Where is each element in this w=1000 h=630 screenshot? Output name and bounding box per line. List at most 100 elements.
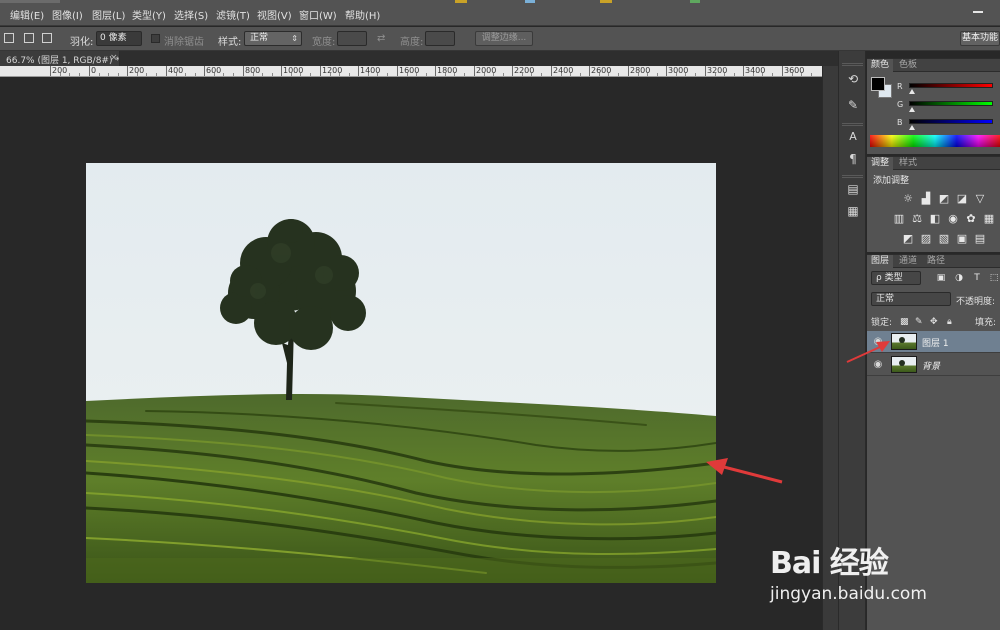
tab-layers[interactable]: 图层 <box>867 255 894 268</box>
levels-icon[interactable]: ▟ <box>920 193 932 205</box>
ruler-minor-tick <box>685 73 686 76</box>
layer-thumbnail <box>891 356 917 373</box>
intersect-selection-icon[interactable] <box>42 33 52 43</box>
color-spectrum[interactable] <box>870 135 1000 147</box>
menu-filter[interactable]: 滤镜(T) <box>216 7 250 22</box>
visibility-eye-icon[interactable]: ◉ <box>871 335 885 349</box>
workspace-button[interactable]: 基本功能 <box>960 31 1000 46</box>
ruler-tick <box>50 66 51 76</box>
layer-row-background[interactable]: ◉ 背景 <box>867 354 1000 376</box>
blue-slider[interactable] <box>909 119 993 124</box>
ruler-tick <box>204 66 205 76</box>
feather-input[interactable]: 0 像素 <box>96 31 142 46</box>
ruler-minor-tick <box>310 73 311 76</box>
ruler-minor-tick <box>146 73 147 76</box>
filter-adjustment-icon[interactable]: ◑ <box>953 272 965 284</box>
menu-layer[interactable]: 图层(L) <box>92 7 125 22</box>
visibility-eye-icon[interactable]: ◉ <box>871 358 885 372</box>
color-lookup-icon[interactable]: ▦ <box>983 213 995 225</box>
tab-adjustments[interactable]: 调整 <box>867 157 894 170</box>
blue-slider-handle[interactable] <box>909 125 915 130</box>
ruler-minor-tick <box>503 73 504 76</box>
invert-icon[interactable]: ◩ <box>902 233 914 245</box>
channel-b-label: B <box>897 118 903 127</box>
vibrance-icon[interactable]: ▽ <box>974 193 986 205</box>
ruler-tick <box>243 66 244 76</box>
character-icon[interactable]: A <box>845 129 861 145</box>
ruler-minor-tick <box>638 73 639 76</box>
filter-type-icon[interactable]: T <box>971 272 983 284</box>
menu-help[interactable]: 帮助(H) <box>345 7 380 22</box>
tab-color[interactable]: 颜色 <box>867 59 894 72</box>
red-slider-handle[interactable] <box>909 89 915 94</box>
lock-transparent-icon[interactable]: ▩ <box>900 317 909 327</box>
menu-image[interactable]: 图像(I) <box>52 7 83 22</box>
black-white-icon[interactable]: ◧ <box>929 213 941 225</box>
ruler-minor-tick <box>339 73 340 76</box>
lock-all-icon[interactable]: 🔒︎ <box>947 317 952 327</box>
style-select[interactable]: 正常 <box>244 31 302 46</box>
tab-styles[interactable]: 样式 <box>895 157 921 170</box>
menu-select[interactable]: 选择(S) <box>174 7 208 22</box>
channel-mixer-icon[interactable]: ✿ <box>965 213 977 225</box>
actions-icon[interactable]: ✎ <box>845 97 861 113</box>
curves-icon[interactable]: ◩ <box>938 193 950 205</box>
layer-filter-select[interactable]: ρ 类型 <box>871 271 921 285</box>
properties-icon[interactable]: ▤ <box>845 181 861 197</box>
threshold-icon[interactable]: ▧ <box>938 233 950 245</box>
close-icon[interactable]: × <box>110 53 118 63</box>
refine-edge-button[interactable]: 调整边缘... <box>475 31 533 46</box>
ruler-minor-tick <box>618 73 619 76</box>
layer-name[interactable]: 图层 1 <box>922 336 949 349</box>
green-slider-handle[interactable] <box>909 107 915 112</box>
layer-name[interactable]: 背景 <box>922 359 940 372</box>
new-selection-icon[interactable] <box>4 33 14 43</box>
ruler-minor-tick <box>118 73 119 76</box>
add-selection-icon[interactable] <box>24 33 34 43</box>
ruler-minor-tick <box>60 73 61 76</box>
posterize-icon[interactable]: ▨ <box>920 233 932 245</box>
brightness-icon[interactable]: ☼ <box>902 193 914 205</box>
menu-type[interactable]: 类型(Y) <box>132 7 166 22</box>
menu-view[interactable]: 视图(V) <box>257 7 292 22</box>
lock-move-icon[interactable]: ✥ <box>930 317 938 327</box>
hue-saturation-icon[interactable]: ▥ <box>893 213 905 225</box>
minimize-icon[interactable] <box>968 2 990 16</box>
ruler-minor-tick <box>195 73 196 76</box>
dock-grip[interactable] <box>842 175 863 178</box>
width-input[interactable] <box>337 31 367 46</box>
menu-window[interactable]: 窗口(W) <box>299 7 337 22</box>
notes-icon[interactable]: ▦ <box>845 203 861 219</box>
color-balance-icon[interactable]: ⚖ <box>911 213 923 225</box>
tab-swatches[interactable]: 色板 <box>895 59 921 72</box>
red-slider[interactable] <box>909 83 993 88</box>
opacity-label: 不透明度: <box>956 297 996 307</box>
ruler-minor-tick <box>464 73 465 76</box>
tab-channels[interactable]: 通道 <box>895 255 921 268</box>
dock-grip[interactable] <box>842 123 863 126</box>
exposure-icon[interactable]: ◪ <box>956 193 968 205</box>
ruler-minor-tick <box>715 73 716 76</box>
foreground-color-swatch[interactable] <box>871 77 885 91</box>
photo-filter-icon[interactable]: ◉ <box>947 213 959 225</box>
ruler-minor-tick <box>156 73 157 76</box>
antialias-checkbox[interactable] <box>151 34 160 43</box>
selective-color-icon[interactable]: ▣ <box>956 233 968 245</box>
paragraph-icon[interactable]: ¶ <box>845 151 861 167</box>
blend-mode-select[interactable]: 正常 <box>871 292 951 306</box>
document-tab[interactable]: 66.7% (图层 1, RGB/8#) * × <box>0 51 120 66</box>
history-icon[interactable]: ⟲ <box>845 71 861 87</box>
dock-grip[interactable] <box>842 63 863 66</box>
gradient-map-icon[interactable]: ▤ <box>974 233 986 245</box>
filter-shape-icon[interactable]: ⬚ <box>988 272 1000 284</box>
ruler-minor-tick <box>272 73 273 76</box>
ruler-minor-tick <box>426 73 427 76</box>
swap-icon[interactable]: ⇄ <box>377 33 385 44</box>
layer-row-layer1[interactable]: ◉ 图层 1 <box>867 331 1000 353</box>
menu-edit[interactable]: 编辑(E) <box>10 7 44 22</box>
lock-paint-icon[interactable]: ✎ <box>915 317 923 327</box>
filter-pixel-icon[interactable]: ▣ <box>935 272 947 284</box>
green-slider[interactable] <box>909 101 993 106</box>
tab-paths[interactable]: 路径 <box>923 255 949 268</box>
height-input[interactable] <box>425 31 455 46</box>
